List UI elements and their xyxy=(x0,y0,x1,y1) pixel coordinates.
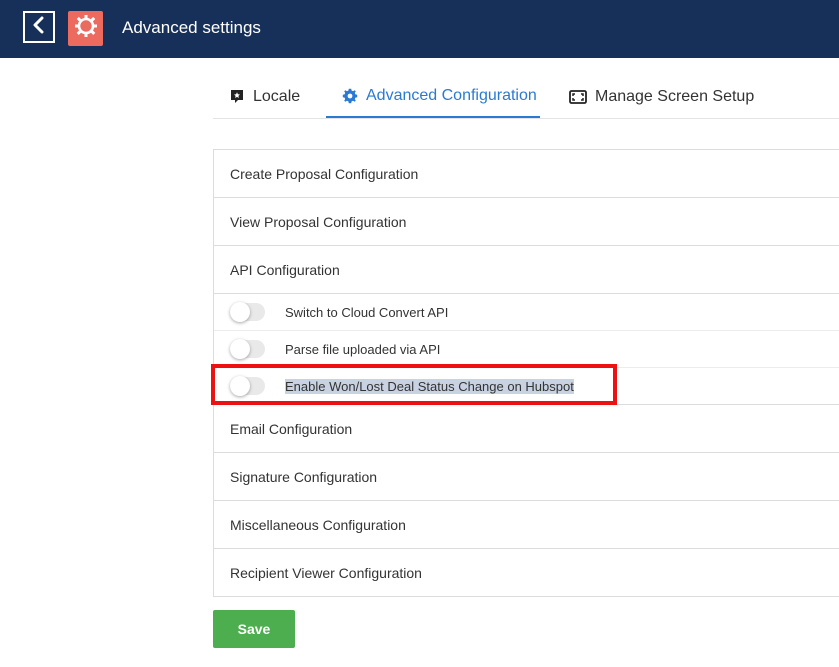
tab-locale[interactable]: Locale xyxy=(229,76,300,118)
page-title: Advanced settings xyxy=(122,18,261,37)
locale-icon xyxy=(229,89,245,105)
section-email[interactable]: Email Configuration xyxy=(214,404,839,453)
app-logo xyxy=(68,11,103,46)
toggle-row-cloud-convert: Switch to Cloud Convert API xyxy=(214,294,839,331)
gear-icon xyxy=(342,88,358,104)
screen-icon xyxy=(569,90,587,104)
section-label: Create Proposal Configuration xyxy=(230,165,419,182)
section-label: Email Configuration xyxy=(230,420,353,437)
section-label: Signature Configuration xyxy=(230,468,378,485)
toggle-row-hubspot-deal-status: Enable Won/Lost Deal Status Change on Hu… xyxy=(214,368,839,404)
settings-tabs: Locale Advanced Configuration Manage Scr… xyxy=(213,76,839,119)
toggle-knob xyxy=(230,339,250,359)
configuration-list: Create Proposal Configuration View Propo… xyxy=(213,149,839,597)
hubspot-deal-status-toggle[interactable] xyxy=(230,376,265,396)
toggle-knob xyxy=(230,302,250,322)
section-label: Recipient Viewer Configuration xyxy=(230,564,422,581)
top-bar: Advanced settings xyxy=(0,0,839,58)
tab-advanced-configuration[interactable]: Advanced Configuration xyxy=(326,76,540,118)
section-label: Miscellaneous Configuration xyxy=(230,516,406,533)
tab-label: Locale xyxy=(253,88,301,105)
gear-icon xyxy=(74,14,98,43)
section-recipient-viewer[interactable]: Recipient Viewer Configuration xyxy=(214,549,839,597)
toggle-row-parse-file: Parse file uploaded via API xyxy=(214,331,839,368)
chevron-left-icon xyxy=(32,16,46,39)
section-signature[interactable]: Signature Configuration xyxy=(214,453,839,501)
tab-label: Advanced Configuration xyxy=(366,87,537,104)
cloud-convert-toggle[interactable] xyxy=(230,302,265,322)
section-label: View Proposal Configuration xyxy=(230,213,407,230)
save-button[interactable]: Save xyxy=(213,610,295,648)
parse-file-toggle[interactable] xyxy=(230,339,265,359)
tab-manage-screen-setup[interactable]: Manage Screen Setup xyxy=(569,76,754,118)
back-button[interactable] xyxy=(23,11,55,43)
toggle-label: Switch to Cloud Convert API xyxy=(285,304,449,320)
toggle-knob xyxy=(230,376,250,396)
section-miscellaneous[interactable]: Miscellaneous Configuration xyxy=(214,501,839,549)
section-label: API Configuration xyxy=(230,261,340,278)
tab-label: Manage Screen Setup xyxy=(595,88,755,105)
section-create-proposal[interactable]: Create Proposal Configuration xyxy=(214,150,839,198)
toggle-label: Parse file uploaded via API xyxy=(285,341,441,357)
section-view-proposal[interactable]: View Proposal Configuration xyxy=(214,198,839,246)
toggle-label: Enable Won/Lost Deal Status Change on Hu… xyxy=(285,378,574,394)
section-api[interactable]: API Configuration xyxy=(214,246,839,294)
